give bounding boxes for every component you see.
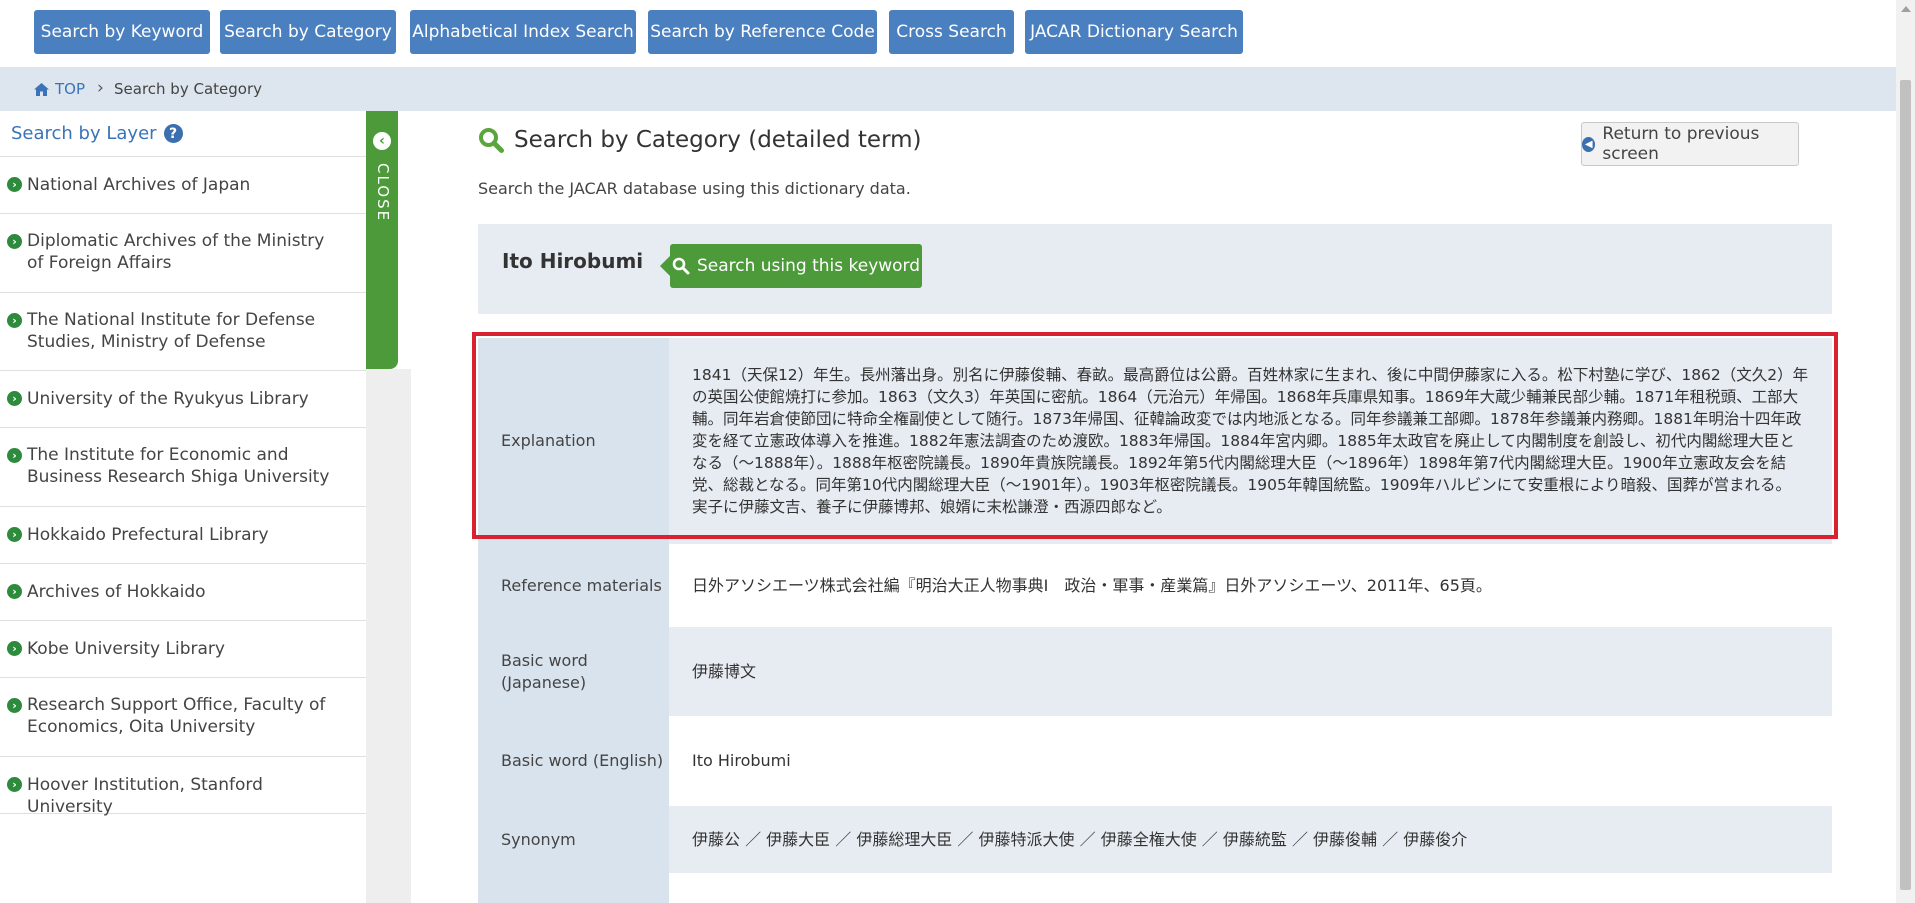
nav-jacar-dictionary-button[interactable]: JACAR Dictionary Search — [1025, 10, 1243, 54]
sidebar-heading-label: Search by Layer — [11, 123, 157, 144]
row-label: Explanation — [478, 338, 669, 544]
page-title: Search by Category (detailed term) — [478, 127, 922, 153]
reference-row: Reference materials 日外アソシエーツ株式会社編『明治大正人物… — [478, 544, 1832, 627]
row-label: Basic word (English) — [478, 716, 669, 806]
breadcrumb-home-label: TOP — [55, 80, 86, 98]
breadcrumb-home-link[interactable]: TOP — [34, 80, 85, 98]
sidebar-item-diplomatic-archives[interactable]: › Diplomatic Archives of the Ministry of… — [0, 214, 366, 293]
row-value: Ito Hirobumi — [692, 751, 791, 770]
chevron-right-icon: › — [7, 777, 22, 792]
sidebar-item-label: Kobe University Library — [27, 639, 225, 659]
sidebar-item-label: The Institute for Economic and Business … — [27, 445, 330, 487]
chevron-right-icon: › — [7, 234, 22, 249]
chevron-right-icon: › — [7, 641, 22, 656]
search-keyword-label: Search using this keyword — [696, 256, 921, 276]
sidebar-item-defense-studies[interactable]: › The National Institute for Defense Stu… — [0, 293, 366, 371]
nav-search-by-category-button[interactable]: Search by Category — [220, 10, 396, 54]
sidebar-item-oita-university[interactable]: › Research Support Office, Faculty of Ec… — [0, 678, 366, 757]
page-title-text: Search by Category (detailed term) — [514, 127, 922, 153]
term-name: Ito Hirobumi — [502, 249, 644, 273]
return-button[interactable]: ◀ Return to previous screen — [1581, 122, 1799, 166]
sidebar-item-hokkaido-library[interactable]: › Hokkaido Prefectural Library — [0, 507, 366, 564]
sidebar-item-label: Hoover Institution, Stanford University — [27, 775, 263, 817]
explanation-row: Explanation 1841（天保12）年生。長州藩出身。別名に伊藤俊輔、春… — [478, 338, 1832, 544]
chevron-right-icon: › — [7, 698, 22, 713]
sidebar-item-label: University of the Ryukyus Library — [27, 389, 309, 409]
chevron-right-icon: › — [7, 313, 22, 328]
nav-reference-code-button[interactable]: Search by Reference Code — [648, 10, 877, 54]
row-value: 日外アソシエーツ株式会社編『明治大正人物事典Ⅰ 政治・軍事・産業篇』日外アソシエ… — [692, 575, 1492, 595]
row-label: Basic word (Japanese) — [478, 627, 669, 716]
search-keyword-button[interactable]: Search using this keyword — [660, 244, 922, 288]
sidebar: Search by Layer ? › National Archives of… — [0, 111, 367, 903]
sidebar-item-hoover-institution[interactable]: › Hoover Institution, Stanford Universit… — [0, 757, 366, 817]
chevron-right-icon: › — [7, 391, 22, 406]
synonym-row: Synonym 伊藤公 ／ 伊藤大臣 ／ 伊藤総理大臣 ／ 伊藤特派大使 ／ 伊… — [478, 806, 1832, 873]
return-button-label: Return to previous screen — [1602, 124, 1760, 164]
chevron-right-icon: › — [7, 177, 22, 192]
sidebar-item-label: The National Institute for Defense Studi… — [27, 310, 316, 352]
sidebar-list: › National Archives of Japan › Diplomati… — [0, 156, 366, 817]
sidebar-item-shiga-university[interactable]: › The Institute for Economic and Busines… — [0, 428, 366, 507]
breadcrumb-separator: › — [97, 78, 104, 98]
row-value: 伊藤公 ／ 伊藤大臣 ／ 伊藤総理大臣 ／ 伊藤特派大使 ／ 伊藤全権大使 ／ … — [669, 806, 1832, 873]
help-icon[interactable]: ? — [163, 124, 183, 143]
breadcrumb-current: Search by Category — [114, 80, 262, 98]
chevron-right-icon: › — [7, 527, 22, 542]
scroll-up-arrow-icon[interactable] — [1901, 6, 1911, 12]
row-label: Synonym — [478, 806, 669, 873]
home-icon — [34, 82, 49, 96]
row-value: 伊藤博文 — [669, 627, 1832, 716]
scrollbar-thumb[interactable] — [1900, 80, 1911, 890]
chevron-right-icon: › — [7, 448, 22, 463]
search-icon — [478, 127, 504, 153]
sidebar-close-tab[interactable]: ‹ CLOSE — [366, 111, 398, 369]
nav-alphabetical-index-button[interactable]: Alphabetical Index Search — [410, 10, 636, 54]
sidebar-item-ryukyus-library[interactable]: › University of the Ryukyus Library — [0, 371, 366, 428]
sidebar-heading: Search by Layer ? — [11, 123, 183, 144]
next-row — [478, 873, 1832, 903]
term-header: Ito Hirobumi Search using this keyword — [478, 224, 1832, 314]
row-label: Reference materials — [478, 544, 669, 627]
sidebar-item-national-archives[interactable]: › National Archives of Japan — [0, 157, 366, 214]
chevron-left-icon: ‹ — [373, 132, 391, 150]
row-value: 1841（天保12）年生。長州藩出身。別名に伊藤俊輔、春畝。最高爵位は公爵。百姓… — [669, 338, 1832, 544]
sidebar-item-label: National Archives of Japan — [27, 175, 251, 195]
vertical-scrollbar[interactable] — [1896, 0, 1915, 903]
sidebar-item-label: Hokkaido Prefectural Library — [27, 525, 269, 545]
back-arrow-icon: ◀ — [1582, 136, 1596, 152]
sidebar-item-kobe-library[interactable]: › Kobe University Library — [0, 621, 366, 678]
sidebar-gutter — [366, 369, 411, 903]
sidebar-item-label: Archives of Hokkaido — [27, 582, 206, 602]
search-icon — [672, 257, 690, 275]
nav-search-by-keyword-button[interactable]: Search by Keyword — [34, 10, 210, 54]
basic-word-japanese-row: Basic word (Japanese) 伊藤博文 — [478, 627, 1832, 716]
row-label — [478, 873, 669, 903]
basic-word-english-row: Basic word (English) Ito Hirobumi — [478, 716, 1832, 806]
chevron-right-icon: › — [7, 584, 22, 599]
row-value — [669, 873, 1832, 903]
sidebar-item-archives-hokkaido[interactable]: › Archives of Hokkaido — [0, 564, 366, 621]
nav-cross-search-button[interactable]: Cross Search — [889, 10, 1014, 54]
top-navigation: Search by Keyword Search by Category Alp… — [0, 0, 1896, 67]
main-content: Search by Category (detailed term) Searc… — [411, 111, 1896, 903]
sidebar-item-label: Research Support Office, Faculty of Econ… — [27, 695, 326, 737]
page-subtitle: Search the JACAR database using this dic… — [478, 179, 911, 198]
close-label: CLOSE — [374, 163, 392, 223]
breadcrumb: TOP › Search by Category — [0, 67, 1896, 111]
sidebar-item-label: Diplomatic Archives of the Ministry of F… — [27, 231, 325, 273]
